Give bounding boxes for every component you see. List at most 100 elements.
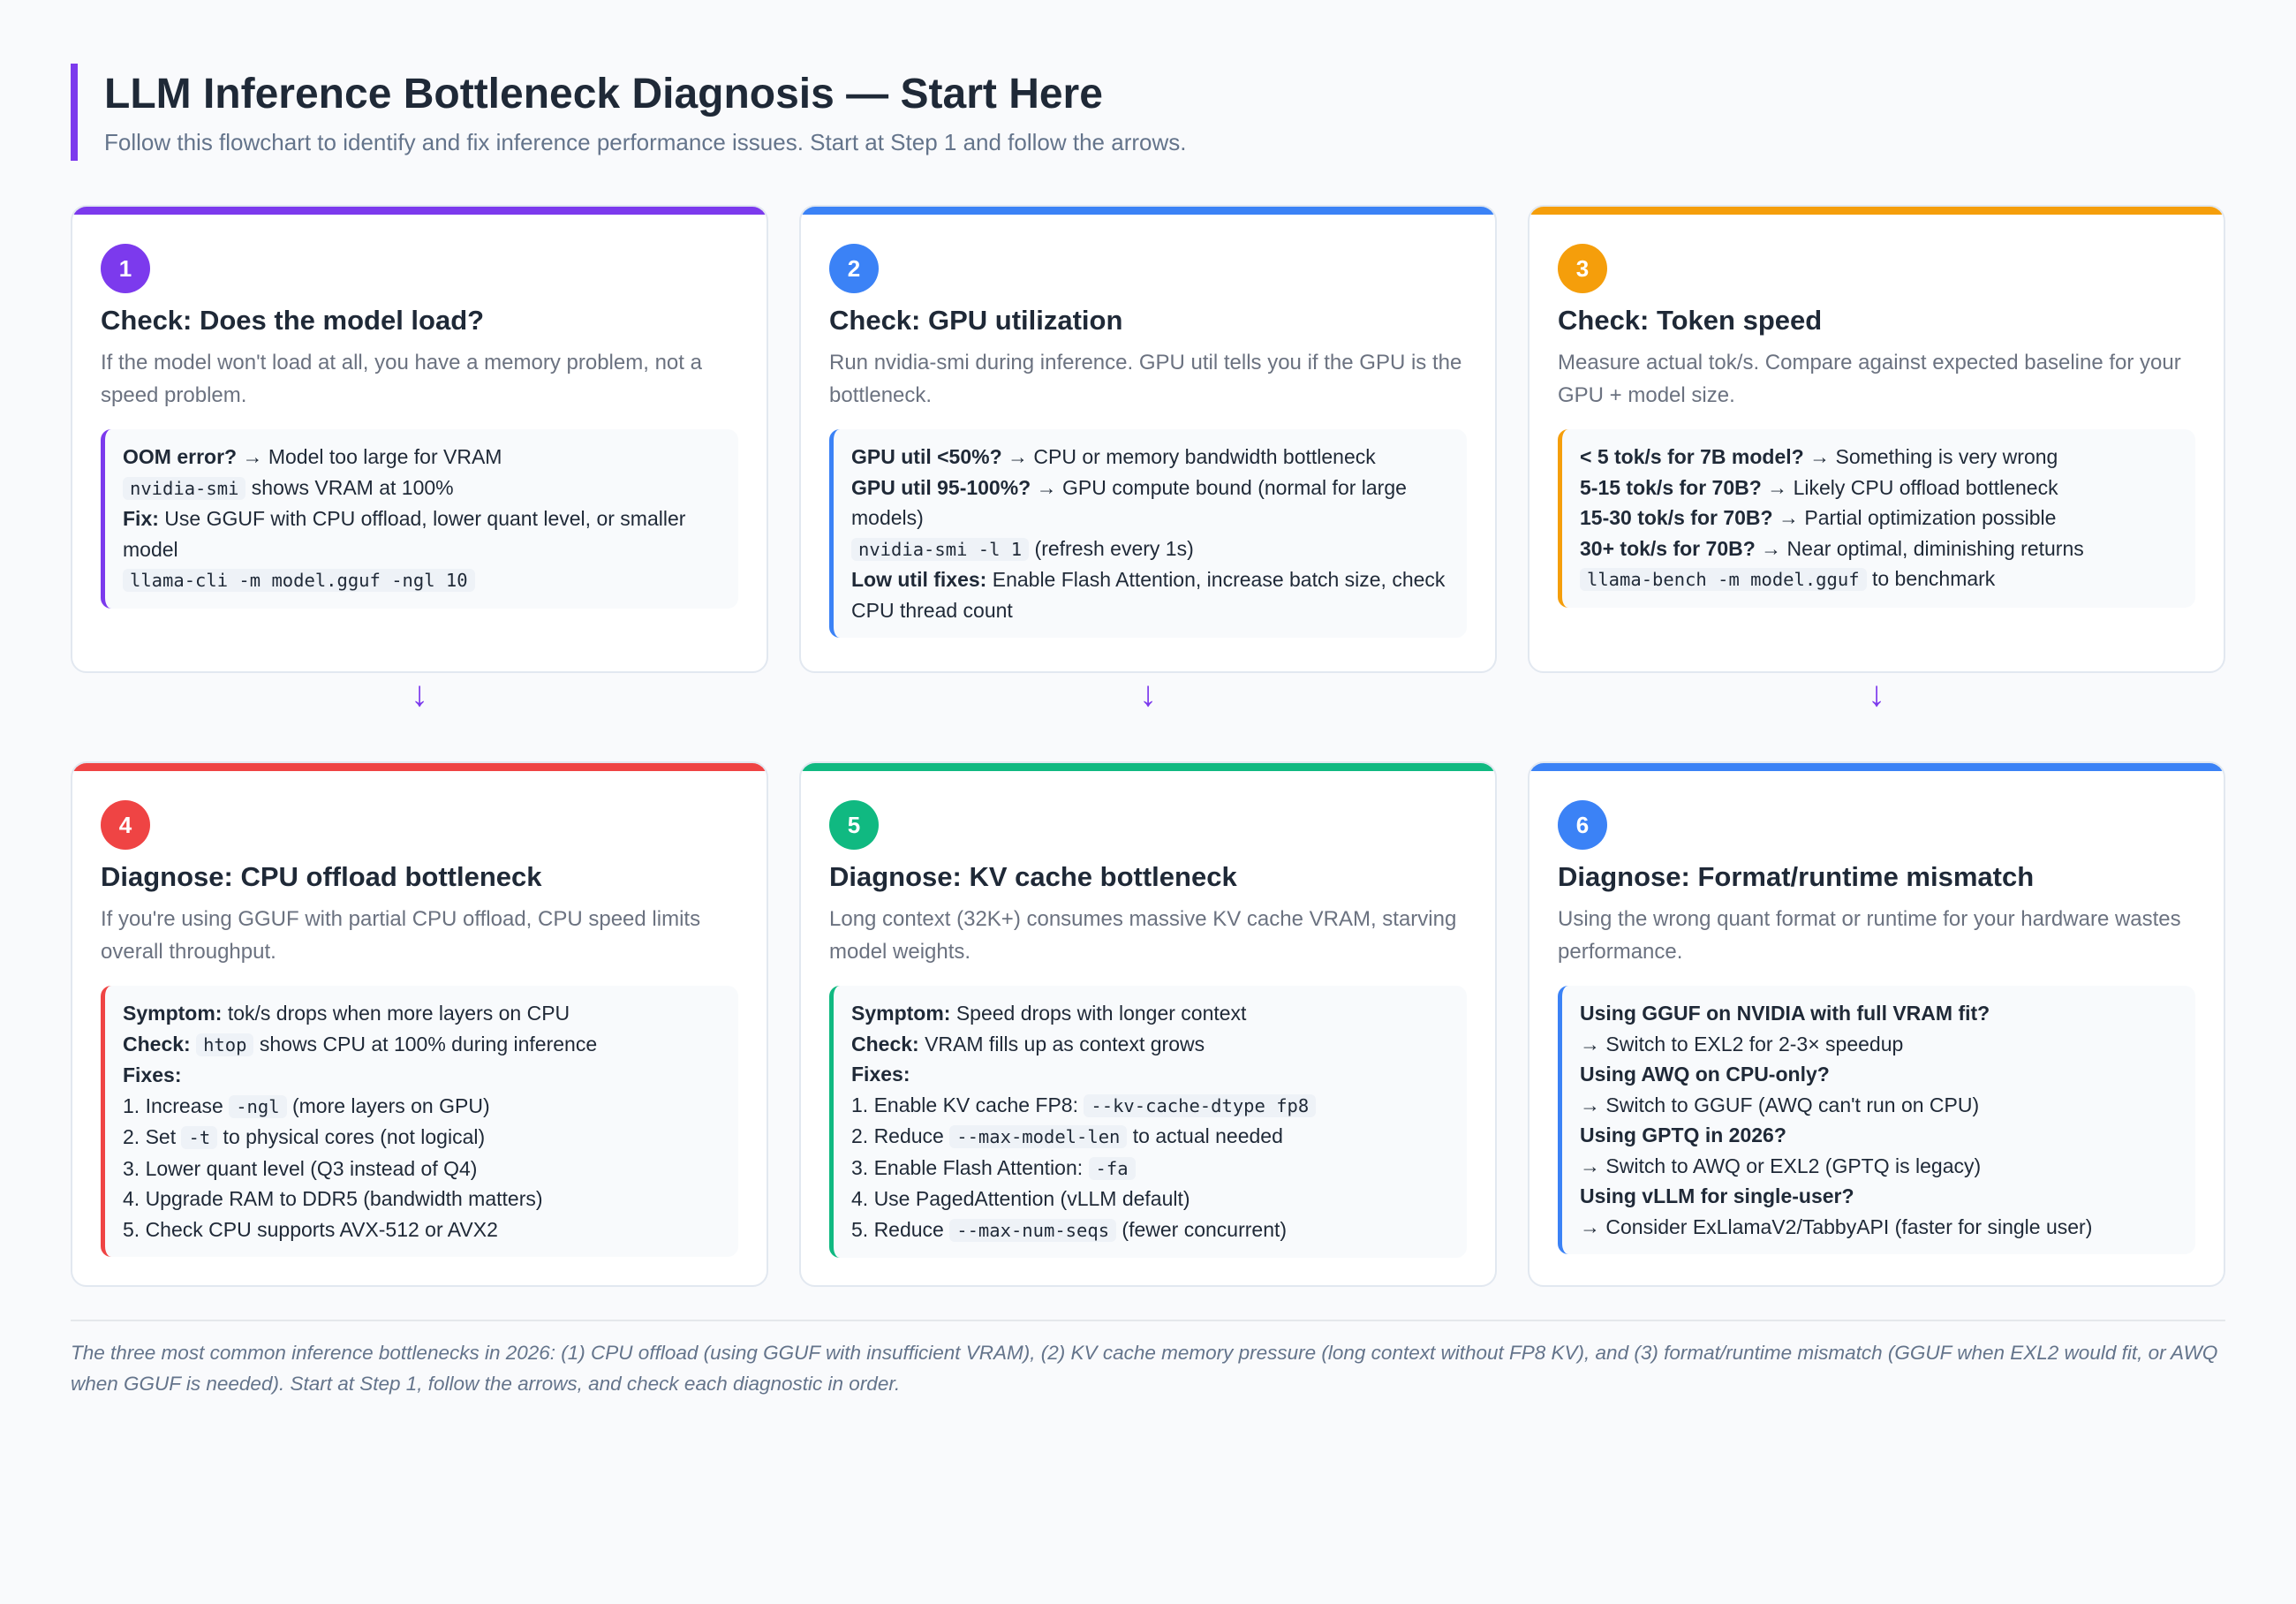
detail-label: Check: [851, 1032, 919, 1055]
detail-line: Using GGUF on NVIDIA with full VRAM fit? [1580, 998, 2179, 1029]
detail-line: 4. Use PagedAttention (vLLM default) [851, 1184, 1451, 1214]
detail-text: shows VRAM at 100% [245, 475, 454, 499]
detail-line: nvidia-smi -l 1 (refresh every 1s) [851, 533, 1451, 565]
step-description: Measure actual tok/s. Compare against ex… [1558, 351, 2181, 407]
detail-label: Fixes: [123, 1063, 182, 1086]
detail-text: 2. Set [123, 1125, 182, 1148]
flow-arrow-1-to-4: ↓ [411, 675, 428, 714]
detail-text: 4. Upgrade RAM to DDR5 (bandwidth matter… [123, 1187, 543, 1210]
detail-line: Fixes: [123, 1060, 722, 1091]
detail-label: OOM error? [123, 445, 238, 468]
detail-text: → Switch to AWQ or EXL2 (GPTQ is legacy) [1580, 1154, 1982, 1177]
detail-text: 5. Check CPU supports AVX-512 or AVX2 [123, 1217, 498, 1241]
detail-line: Fix: Use GGUF with CPU offload, lower qu… [123, 503, 722, 564]
detail-label: Using AWQ on CPU-only? [1580, 1063, 1830, 1086]
page-subtitle: Follow this flowchart to identify and fi… [104, 129, 1187, 155]
command-snippet: nvidia-smi [123, 476, 246, 500]
detail-text: 5. Reduce [851, 1217, 950, 1241]
detail-line: Low util fixes: Enable Flash Attention, … [851, 564, 1451, 625]
detail-text: → Likely CPU offload bottleneck [1761, 475, 2058, 499]
step-title: Check: GPU utilization [829, 305, 1123, 336]
detail-line: 15-30 tok/s for 70B? → Partial optimizat… [1580, 503, 2179, 533]
detail-line: GPU util <50%? → CPU or memory bandwidth… [851, 442, 1451, 473]
step-title: Check: Token speed [1558, 305, 1823, 336]
flow-arrow-2-to-5: ↓ [1139, 675, 1157, 714]
detail-line: < 5 tok/s for 7B model? → Something is v… [1580, 442, 2179, 473]
detail-text: 4. Use PagedAttention (vLLM default) [851, 1187, 1190, 1210]
page-header: LLM Inference Bottleneck Diagnosis — Sta… [71, 64, 2225, 161]
command-snippet: --kv-cache-dtype fp8 [1084, 1093, 1317, 1117]
detail-text: 3. Lower quant level (Q3 instead of Q4) [123, 1156, 478, 1180]
detail-text: shows CPU at 100% during inference [253, 1032, 598, 1055]
detail-line: Symptom: Speed drops with longer context [851, 998, 1451, 1029]
step-details-box: Symptom: Speed drops with longer context… [829, 986, 1467, 1258]
detail-text: → Consider ExLlamaV2/TabbyAPI (faster fo… [1580, 1214, 2093, 1238]
step-number-badge: 6 [1558, 800, 1607, 850]
detail-line: → Consider ExLlamaV2/TabbyAPI (faster fo… [1580, 1212, 2179, 1243]
detail-label: 5-15 tok/s for 70B? [1580, 475, 1762, 499]
detail-label: < 5 tok/s for 7B model? [1580, 445, 1804, 468]
step-card-1: 1 Check: Does the model load? If the mod… [71, 205, 768, 673]
step-description: If you're using GGUF with partial CPU of… [101, 907, 701, 964]
detail-label: Low util fixes: [851, 568, 987, 591]
step-card-5: 5 Diagnose: KV cache bottleneck Long con… [799, 761, 1497, 1287]
detail-text: (fewer concurrent) [1116, 1217, 1288, 1241]
command-snippet: llama-cli -m model.gguf -ngl 10 [123, 569, 475, 592]
detail-text: 2. Reduce [851, 1124, 950, 1147]
detail-text: to actual needed [1127, 1124, 1283, 1147]
step-details-box: Symptom: tok/s drops when more layers on… [101, 986, 738, 1257]
detail-line: 5. Reduce --max-num-seqs (fewer concurre… [851, 1214, 1451, 1246]
detail-text: 1. Increase [123, 1093, 230, 1117]
step-title: Diagnose: CPU offload bottleneck [101, 861, 542, 892]
step-description: Run nvidia-smi during inference. GPU uti… [829, 351, 1462, 407]
detail-label: Fixes: [851, 1063, 910, 1086]
command-snippet: --max-model-len [949, 1125, 1128, 1148]
detail-text: → Model too large for VRAM [237, 445, 502, 468]
detail-label: Fix: [123, 507, 159, 530]
detail-text: VRAM fills up as context grows [918, 1032, 1205, 1055]
detail-line: OOM error? → Model too large for VRAM [123, 442, 722, 473]
detail-line: → Switch to GGUF (AWQ can't run on CPU) [1580, 1090, 2179, 1121]
step-number-badge: 3 [1558, 244, 1607, 293]
card-accent-bar [1529, 763, 2224, 771]
step-details-box: GPU util <50%? → CPU or memory bandwidth… [829, 429, 1467, 638]
detail-text: → Switch to GGUF (AWQ can't run on CPU) [1580, 1093, 1980, 1116]
detail-line: GPU util 95-100%? → GPU compute bound (n… [851, 473, 1451, 533]
detail-text: 1. Enable KV cache FP8: [851, 1093, 1084, 1116]
detail-text: (more layers on GPU) [286, 1093, 490, 1117]
detail-line: Using GPTQ in 2026? [1580, 1120, 2179, 1151]
detail-line: 5-15 tok/s for 70B? → Likely CPU offload… [1580, 473, 2179, 503]
detail-line: nvidia-smi shows VRAM at 100% [123, 473, 722, 504]
step-title: Diagnose: Format/runtime mismatch [1558, 861, 2035, 892]
step-number-badge: 5 [829, 800, 879, 850]
step-number-badge: 4 [101, 800, 150, 850]
detail-text: (refresh every 1s) [1029, 536, 1194, 560]
detail-line: Using AWQ on CPU-only? [1580, 1059, 2179, 1090]
step-details-box: < 5 tok/s for 7B model? → Something is v… [1558, 429, 2195, 608]
command-snippet: -ngl [229, 1094, 287, 1118]
step-number-badge: 2 [829, 244, 879, 293]
detail-line: Using vLLM for single-user? [1580, 1181, 2179, 1212]
detail-text: 3. Enable Flash Attention: [851, 1155, 1089, 1179]
detail-text: Use GGUF with CPU offload, lower quant l… [123, 507, 686, 561]
detail-line: Check: VRAM fills up as context grows [851, 1029, 1451, 1060]
detail-label: 15-30 tok/s for 70B? [1580, 506, 1773, 529]
detail-label: Using vLLM for single-user? [1580, 1184, 1854, 1207]
detail-line: llama-bench -m model.gguf to benchmark [1580, 564, 2179, 595]
card-accent-bar [72, 763, 767, 771]
page-title: LLM Inference Bottleneck Diagnosis — Sta… [104, 71, 1103, 117]
detail-line: llama-cli -m model.gguf -ngl 10 [123, 564, 722, 596]
detail-line: 2. Set -t to physical cores (not logical… [123, 1122, 722, 1154]
detail-label: Using GGUF on NVIDIA with full VRAM fit? [1580, 1002, 1990, 1025]
detail-text: tok/s drops when more layers on CPU [222, 1002, 570, 1025]
detail-label: GPU util <50%? [851, 445, 1002, 468]
detail-line: 30+ tok/s for 70B? → Near optimal, dimin… [1580, 533, 2179, 564]
detail-line: 4. Upgrade RAM to DDR5 (bandwidth matter… [123, 1184, 722, 1214]
command-snippet: nvidia-smi -l 1 [851, 537, 1030, 561]
card-accent-bar [1529, 207, 2224, 215]
detail-line: → Switch to AWQ or EXL2 (GPTQ is legacy) [1580, 1151, 2179, 1182]
step-card-2: 2 Check: GPU utilization Run nvidia-smi … [799, 205, 1497, 673]
detail-text: → Partial optimization possible [1772, 506, 2057, 529]
step-card-6: 6 Diagnose: Format/runtime mismatch Usin… [1528, 761, 2225, 1287]
detail-label: Check: [123, 1032, 191, 1055]
